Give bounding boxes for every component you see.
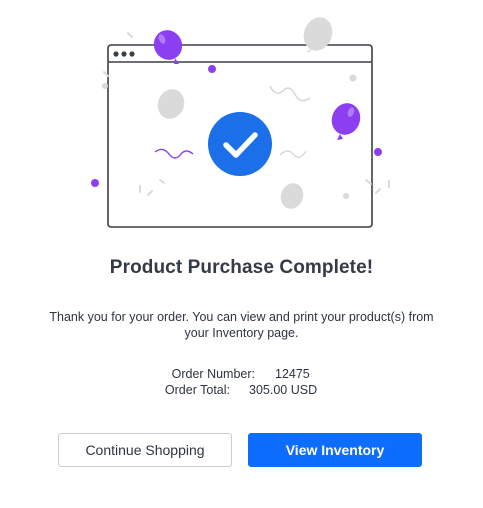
ellipsis-icon (113, 51, 135, 57)
order-total-value: 305.00 USD (249, 383, 318, 397)
continue-shopping-button[interactable]: Continue Shopping (58, 433, 232, 467)
order-summary: Order Number: 12475 Order Total: 305.00 … (0, 366, 483, 398)
order-number-row: Order Number: 12475 (0, 366, 483, 382)
purchase-confirmation: Product Purchase Complete! Thank you for… (0, 0, 483, 508)
view-inventory-button[interactable]: View Inventory (248, 433, 422, 467)
order-number-value: 12475 (275, 367, 310, 381)
success-illustration (91, 17, 390, 228)
order-total-label: Order Total: (164, 383, 230, 397)
order-total-row: Order Total: 305.00 USD (0, 382, 483, 398)
order-number-label: Order Number: (171, 367, 255, 381)
page-title: Product Purchase Complete! (109, 257, 374, 278)
confirmation-message: Thank you for your order. You can view a… (49, 310, 434, 340)
check-circle-icon (208, 112, 272, 176)
